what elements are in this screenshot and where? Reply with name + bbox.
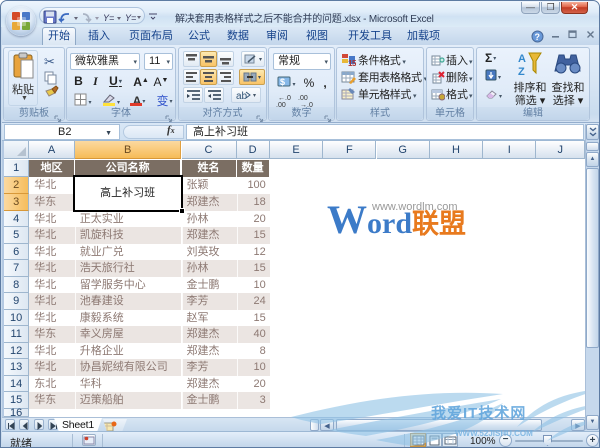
svg-text:15: 15 bbox=[348, 59, 356, 67]
svg-text:Z: Z bbox=[518, 66, 525, 77]
svg-text:✂: ✂ bbox=[44, 54, 55, 69]
svg-text:ab: ab bbox=[236, 91, 248, 101]
svg-text:Y=: Y= bbox=[125, 13, 136, 23]
svg-text:←.0: ←.0 bbox=[278, 95, 291, 102]
svg-text:?: ? bbox=[535, 32, 541, 42]
svg-text:A: A bbox=[518, 53, 526, 65]
svg-text:Y=: Y= bbox=[103, 13, 114, 23]
svg-text:.00: .00 bbox=[298, 95, 308, 102]
svg-text:.00: .00 bbox=[276, 102, 286, 108]
svg-text:→.0: →.0 bbox=[300, 102, 313, 108]
svg-text:$: $ bbox=[280, 77, 285, 87]
